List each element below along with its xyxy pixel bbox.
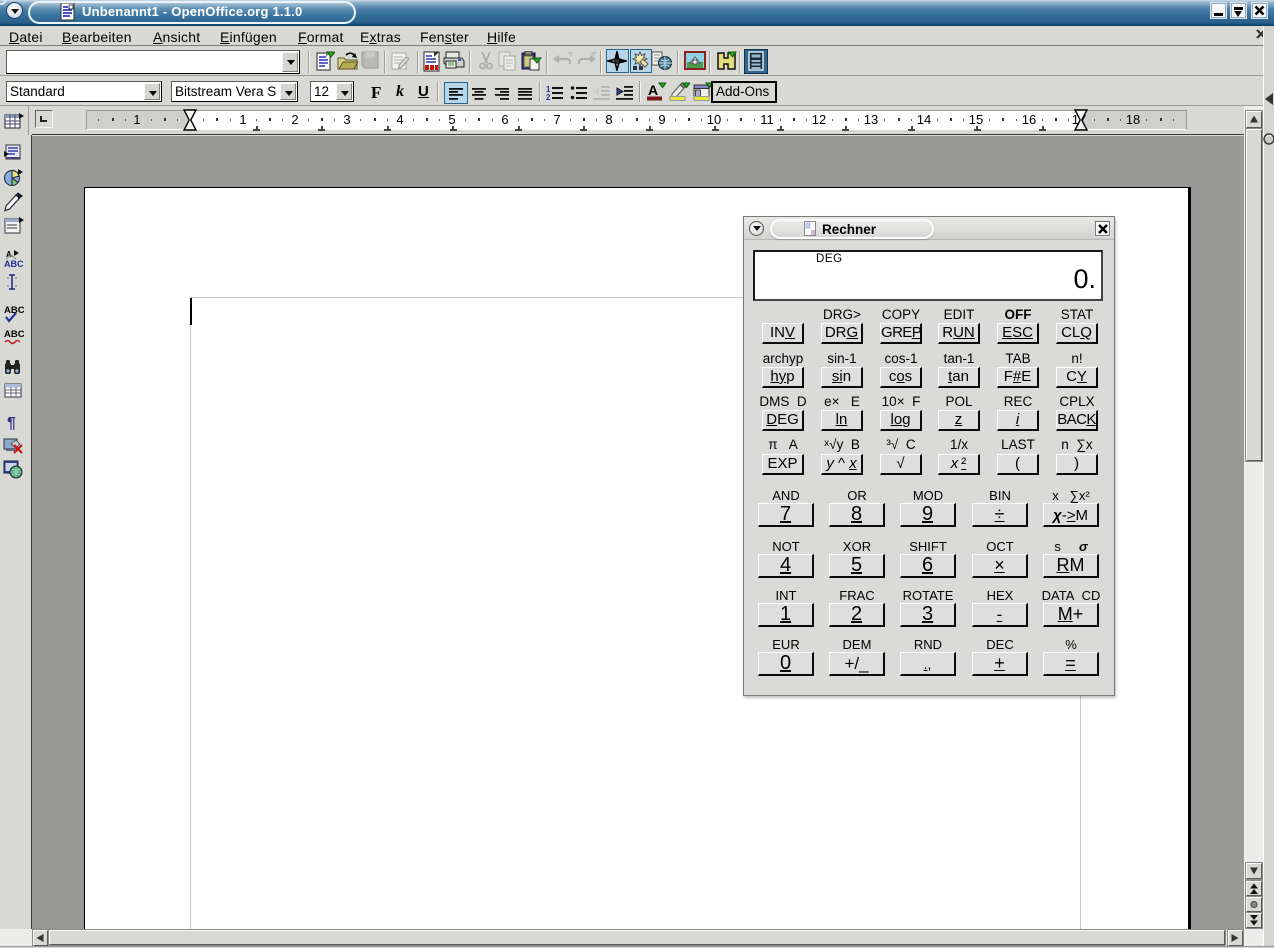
svg-text:A: A	[648, 82, 658, 98]
svg-text:ABC: ABC	[4, 259, 24, 269]
svg-text:¶: ¶	[7, 415, 16, 432]
svg-text:ABC: ABC	[4, 329, 24, 340]
svg-text:2: 2	[546, 93, 551, 101]
